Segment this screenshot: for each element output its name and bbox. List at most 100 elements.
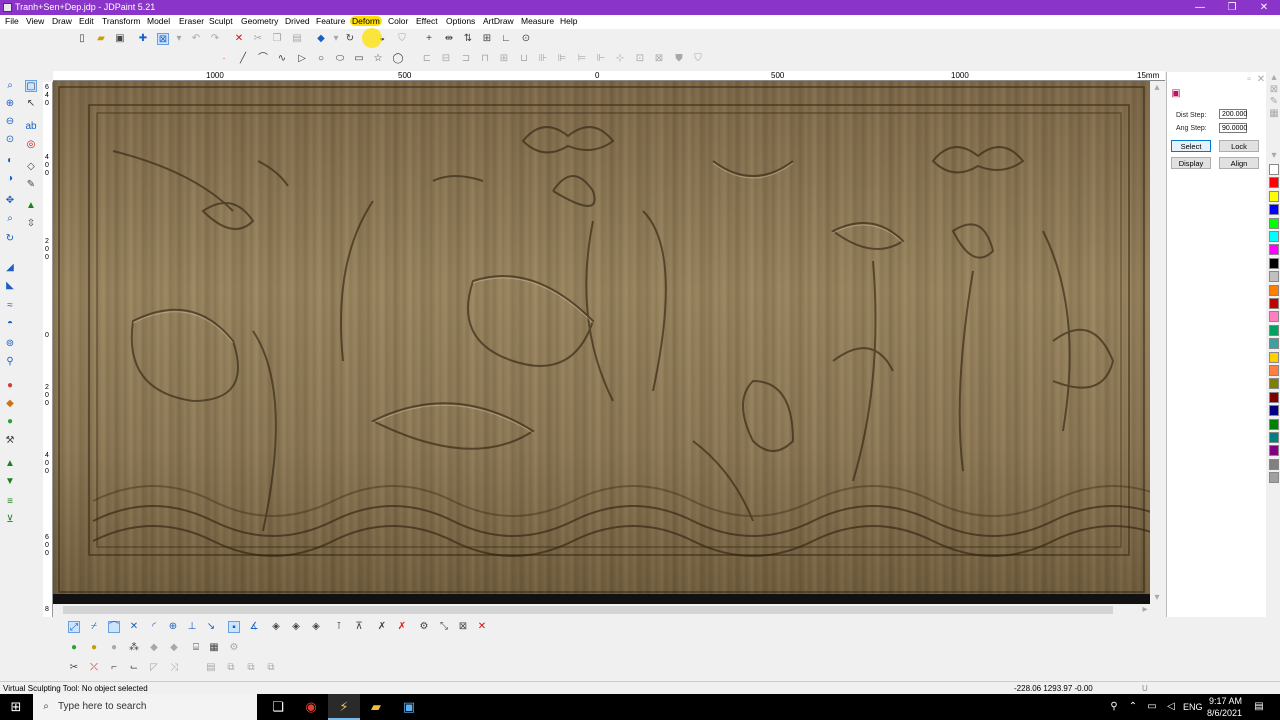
snap-tangent-icon[interactable]: ⌒ [108,621,120,633]
color-swatch[interactable] [1269,472,1279,484]
sculpt-tool-icon[interactable]: ⚲ [4,356,16,368]
color-swatch[interactable] [1269,458,1279,470]
grid-icon[interactable]: ▦ [208,642,220,654]
select-box-icon[interactable]: ⊠ [157,33,169,45]
menu-file[interactable]: File [5,16,19,26]
color-swatch[interactable] [1269,244,1279,256]
snap-end-icon[interactable]: ⌿ [88,621,100,633]
snap-center-icon[interactable]: ⊕ [167,621,179,633]
copy-icon[interactable]: ❐ [271,33,283,45]
arc-icon[interactable]: ⌒ [257,53,269,65]
open-folder-icon[interactable]: ▰ [95,33,107,45]
green-arrow-icon[interactable]: ▲ [25,200,37,212]
align-left-icon[interactable]: ⊏ [421,53,433,65]
color-swatch[interactable] [1269,190,1279,202]
color-swatch[interactable] [1269,445,1279,457]
sculpt-lasso-icon[interactable]: ⊚ [4,338,16,350]
delete-icon[interactable]: ✕ [233,33,245,45]
shield-filled-icon[interactable]: ⛊ [673,53,685,65]
shield-icon[interactable]: ⛉ [396,33,408,45]
view-3d-icon[interactable]: ◐ [4,155,16,167]
line-icon[interactable]: ╱ [237,53,249,65]
snap-extend-icon[interactable]: ⤡ [438,621,450,633]
color-swatch[interactable] [1269,217,1279,229]
snap-nearest-icon[interactable]: ↘ [205,621,217,633]
view-top-icon[interactable]: ◑ [4,173,16,185]
edit-array-icon[interactable]: ▤ [205,662,217,674]
snap-angle-icon[interactable]: ∡ [248,621,260,633]
polyline-icon[interactable]: ▷ [296,53,308,65]
menu-eraser[interactable]: Eraser [179,16,204,26]
snap-quad-2-icon[interactable]: ◈ [290,621,302,633]
scroll-right-icon[interactable]: ▸ [1139,604,1151,616]
mark-yellow-icon[interactable]: ● [88,642,100,654]
file-explorer-icon[interactable]: ▰ [360,694,392,720]
color-swatch[interactable] [1269,432,1279,443]
redo-icon[interactable]: ↷ [209,33,221,45]
color-swatch[interactable] [1269,405,1279,417]
rectangle-icon[interactable]: ▭ [353,53,365,65]
minimize-button[interactable]: — [1184,0,1216,15]
group-icon[interactable]: ⊡ [634,53,646,65]
menu-view[interactable]: View [26,16,44,26]
eyedropper-icon[interactable]: ✎ [25,179,37,191]
rotate-view-icon[interactable]: ↻ [344,33,356,45]
magnifier-icon[interactable]: ⌕ [4,213,16,225]
snap-arc-icon[interactable]: ◜ [148,621,160,633]
pan-icon[interactable]: ✥ [4,195,16,207]
brush-red-icon[interactable]: ● [4,380,16,392]
menu-model[interactable]: Model [147,16,170,26]
layer-up-icon[interactable]: ▲ [4,458,16,470]
distribute-h-icon[interactable]: ⊪ [537,53,549,65]
layer-down-icon[interactable]: ▼ [4,476,16,488]
panel-close-icon[interactable]: ✕ [1255,74,1267,86]
snap-intersect-icon[interactable]: ✕ [128,621,140,633]
color-swatch[interactable] [1269,257,1279,269]
smooth-icon[interactable]: ≈ [4,300,16,312]
dimension-h-icon[interactable]: ⇹ [443,33,455,45]
align-middle-icon[interactable]: ⊞ [498,53,510,65]
color-swatch[interactable] [1269,378,1279,390]
color-swatch[interactable] [1269,418,1279,430]
mark-gray-icon[interactable]: ● [108,642,120,654]
snap-quad-3-icon[interactable]: ◈ [310,621,322,633]
dimension-box-icon[interactable]: ⊞ [481,33,493,45]
people-icon[interactable]: ⚲ [1108,701,1120,713]
layer-merge-icon[interactable]: ⊻ [4,514,16,526]
clock-time[interactable]: 9:17 AM [1209,696,1242,706]
measure-icon[interactable]: ⊙ [520,33,532,45]
zoom-in-icon[interactable]: ⊕ [4,98,16,110]
align-top-icon[interactable]: ⊓ [479,53,491,65]
taskbar-search[interactable]: ⌕ Type here to search [33,694,257,720]
edit-rotate-icon[interactable]: ⧉ [265,662,277,674]
palette-scroll-up-icon[interactable]: ▴ [1268,72,1280,84]
snap-perpendicular-icon[interactable]: ⊥ [186,621,198,633]
menu-drived[interactable]: Drived [285,16,310,26]
refresh-icon[interactable]: ↻ [4,233,16,245]
menu-sculpt[interactable]: Sculpt [209,16,233,26]
sculpt-push-icon[interactable]: ◢ [4,262,16,274]
align-button[interactable]: Align [1219,157,1259,169]
same-height-icon[interactable]: ⊩ [595,53,607,65]
panel-pin-icon[interactable]: ▫ [1243,74,1255,86]
star-icon[interactable]: ☆ [372,53,384,65]
color-swatch[interactable] [1269,298,1279,309]
shield-outline-icon[interactable]: ⛉ [692,53,704,65]
mark-b-icon[interactable]: ◆ [168,642,180,654]
brush-orange-icon[interactable]: ◆ [4,398,16,410]
sculpt-pull-icon[interactable]: ◣ [4,280,16,292]
scale-icon[interactable]: ⇳ [25,218,37,230]
same-width-icon[interactable]: ⊨ [576,53,588,65]
edit-chamfer-icon[interactable]: ◸ [148,662,160,674]
lock-button[interactable]: Lock [1219,140,1259,152]
edit-scissors-icon[interactable]: ✂ [68,662,80,674]
menu-geometry[interactable]: Geometry [241,16,278,26]
color-swatch[interactable] [1269,338,1279,350]
vertical-scrollbar[interactable]: ▴ ▾ [1151,82,1163,604]
layer-stack-icon[interactable]: ≡ [4,496,16,508]
color-swatch[interactable] [1269,177,1279,189]
palette-scroll-down-icon[interactable]: ▾ [1268,150,1280,162]
notifications-icon[interactable]: ▤ [1253,701,1265,713]
angle-dimension-icon[interactable]: ∟ [500,33,512,45]
zoom-window-icon[interactable]: ⌕ [4,80,16,92]
